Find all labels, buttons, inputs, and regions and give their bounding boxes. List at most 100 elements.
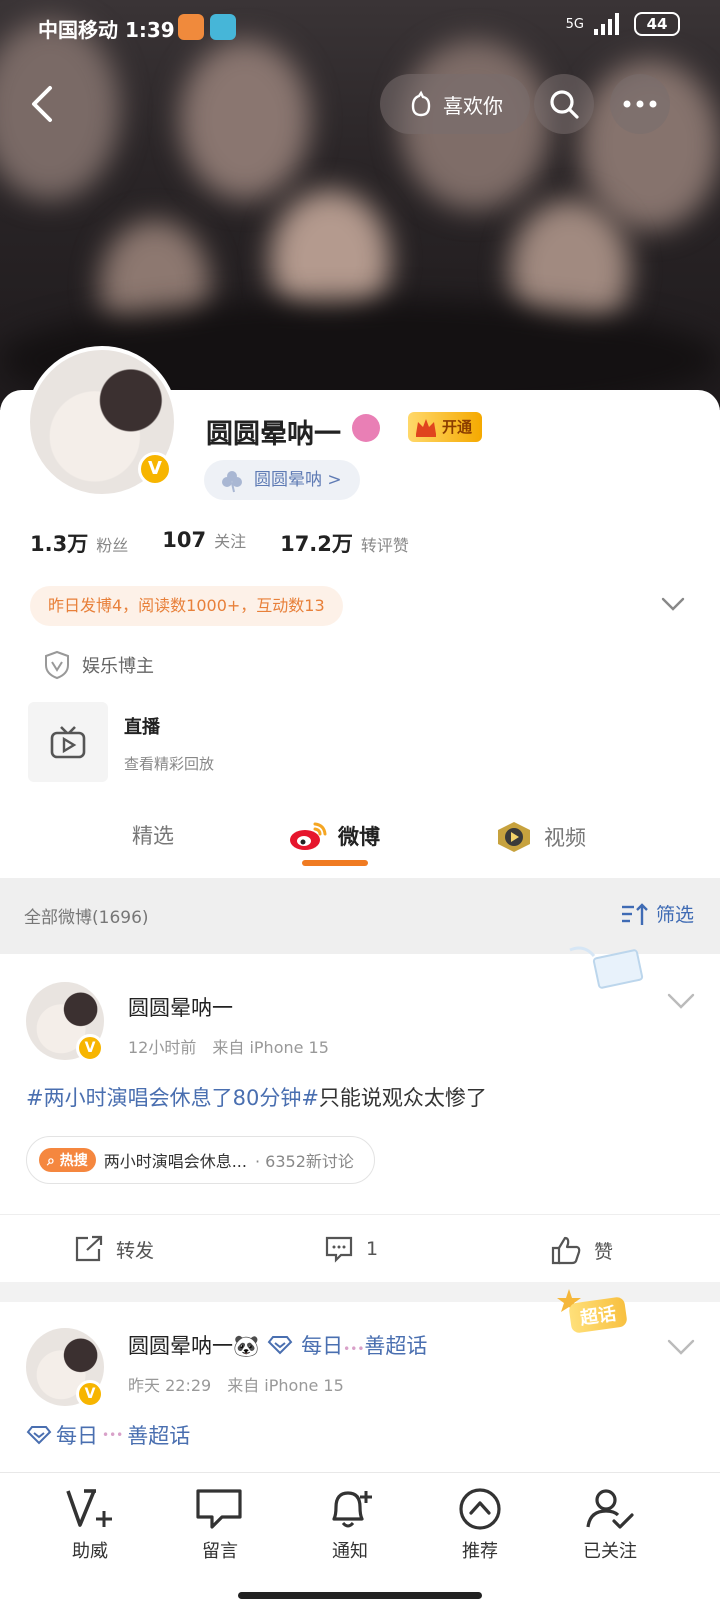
shield-icon [45, 650, 69, 680]
back-arrow-icon [32, 86, 52, 122]
post-source: 来自 iPhone 15 [212, 1038, 329, 1057]
verified-badge-icon: V [138, 452, 172, 486]
diamond-icon [267, 1336, 293, 1355]
filter-icon [621, 902, 648, 925]
following-count: 107 [162, 528, 207, 552]
live-thumbnail[interactable] [28, 702, 108, 782]
profile-tabs: 精选 微博 视频 [0, 808, 720, 878]
post-options-button[interactable] [666, 992, 696, 1014]
post-text: #两小时演唱会休息了80分钟#只能说观众太惨了 [26, 1082, 487, 1112]
likes-stat[interactable]: 17.2万 转评赞 [280, 528, 409, 558]
post-author[interactable]: 圆圆晕呐一🐼 [128, 1330, 259, 1360]
hot-search-badge: ⌕ 热搜 [39, 1148, 96, 1172]
more-button[interactable] [610, 74, 670, 134]
hand-icon [411, 90, 431, 117]
chevron-down-icon [667, 1339, 695, 1355]
network-label: 5G [565, 16, 584, 32]
post-body-prefix: 每日 [56, 1424, 98, 1448]
hot-topic-count: · 6352新讨论 [254, 1152, 354, 1171]
role-label: 娱乐博主 [82, 656, 154, 677]
followed-icon [586, 1489, 634, 1529]
following-label: 关注 [214, 532, 247, 551]
super-topic-suffix: 善超话 [364, 1334, 428, 1358]
post-body: 只能说观众太惨了 [318, 1086, 487, 1110]
post-card[interactable]: V 圆圆晕呐一🐼 每日•••善超话 昨天 22:29 来自 iPhone 15 超… [0, 1289, 720, 1472]
signal-icon [594, 13, 619, 35]
more-icon [623, 100, 657, 108]
fans-stat[interactable]: 1.3万 粉丝 [30, 528, 128, 558]
search-tag-icon[interactable] [352, 414, 380, 442]
nav-followed-label: 已关注 [583, 1541, 637, 1562]
tab-video[interactable]: 视频 [494, 820, 586, 854]
nav-cheer[interactable]: 助威 [40, 1487, 140, 1563]
like-you-button[interactable]: 喜欢你 [380, 74, 530, 134]
home-indicator[interactable] [238, 1592, 482, 1599]
tab-featured[interactable]: 精选 [132, 820, 174, 850]
battery-indicator: 44 [634, 12, 680, 36]
tab-weibo-label: 微博 [338, 825, 380, 849]
live-title[interactable]: 直播 [124, 713, 160, 739]
video-badge-icon [498, 822, 530, 852]
super-topic-badge-label: 超话 [568, 1296, 628, 1334]
bottom-nav: 助威 留言 通知 推荐 已关注 [0, 1472, 720, 1612]
nickname-pill[interactable]: 圆圆晕呐 > [204, 460, 360, 500]
search-button[interactable] [534, 74, 594, 134]
recommend-icon [459, 1488, 501, 1530]
post-text[interactable]: 每日 ••• 善超话 [26, 1420, 190, 1450]
profile-name: 圆圆晕呐一 [206, 419, 341, 450]
repost-label: 转发 [116, 1239, 155, 1262]
tab-weibo[interactable]: 微博 [288, 820, 380, 852]
nav-followed[interactable]: 已关注 [560, 1487, 660, 1563]
app-notification-icon [178, 14, 204, 40]
like-you-label: 喜欢你 [443, 93, 503, 118]
nav-recommend[interactable]: 推荐 [430, 1487, 530, 1563]
super-topic-link[interactable]: 每日•••善超话 [301, 1330, 427, 1360]
live-subtitle: 查看精彩回放 [124, 755, 215, 773]
hot-topic-text: 两小时演唱会休息... [103, 1152, 247, 1171]
filter-button[interactable]: 筛选 [620, 900, 694, 927]
verified-badge-icon: V [76, 1380, 104, 1408]
crown-icon [416, 419, 436, 437]
like-label: 赞 [594, 1240, 614, 1263]
nav-message[interactable]: 留言 [170, 1487, 270, 1563]
profile-stats: 1.3万 粉丝 107 关注 17.2万 转评赞 [30, 528, 409, 558]
expand-button[interactable] [660, 596, 686, 616]
post-meta: 昨天 22:29 来自 iPhone 15 [128, 1372, 360, 1396]
like-button[interactable]: 赞 [550, 1235, 613, 1265]
super-topic-prefix: 每日 [301, 1334, 344, 1358]
chevron-down-icon [667, 993, 695, 1009]
diamond-icon [26, 1426, 52, 1445]
chevron-down-icon [661, 597, 685, 611]
back-button[interactable] [24, 82, 64, 126]
hot-search-label: 热搜 [59, 1153, 88, 1169]
repost-button[interactable]: 转发 [74, 1235, 154, 1263]
comment-count: 1 [366, 1238, 379, 1260]
profile-page: 中国移动 1:39 5G 44 喜欢你 V 圆圆晕呐一 开通 圆圆晕呐 > 1.… [0, 0, 720, 1612]
post-hashtag[interactable]: #两小时演唱会休息了80分钟# [26, 1086, 319, 1110]
hot-search-pill[interactable]: ⌕ 热搜 两小时演唱会休息... · 6352新讨论 [26, 1136, 375, 1184]
post-author[interactable]: 圆圆晕呐一 [128, 992, 233, 1022]
dots-icon: ••• [343, 1342, 365, 1356]
vip-open-badge[interactable]: 开通 [408, 412, 483, 442]
fans-label: 粉丝 [96, 536, 129, 555]
tab-featured-label: 精选 [132, 824, 174, 848]
post-meta: 12小时前 来自 iPhone 15 [128, 1034, 345, 1058]
all-posts-count: 全部微博(1696) [24, 908, 149, 928]
following-stat[interactable]: 107 关注 [162, 528, 246, 558]
post-card[interactable]: V 圆圆晕呐一 12小时前 来自 iPhone 15 #两小时演唱会休息了80分钟… [0, 946, 720, 1282]
book-icon [210, 14, 236, 40]
nav-notify[interactable]: 通知 [300, 1487, 400, 1563]
weibo-logo-icon [290, 822, 327, 850]
repost-icon [75, 1235, 103, 1262]
top-bar: 喜欢你 [0, 68, 720, 140]
nav-recommend-label: 推荐 [462, 1541, 498, 1562]
bell-icon [332, 1491, 372, 1528]
status-bar: 中国移动 1:39 5G 44 [0, 0, 720, 52]
cheer-icon [66, 1489, 112, 1527]
post-options-button[interactable] [666, 1338, 696, 1360]
super-topic-badge: 超话 [556, 1288, 644, 1338]
comment-button[interactable]: 1 [324, 1235, 378, 1263]
fans-count: 1.3万 [30, 532, 89, 556]
post-time: 昨天 22:29 [128, 1376, 212, 1395]
post-source: 来自 iPhone 15 [227, 1376, 344, 1395]
